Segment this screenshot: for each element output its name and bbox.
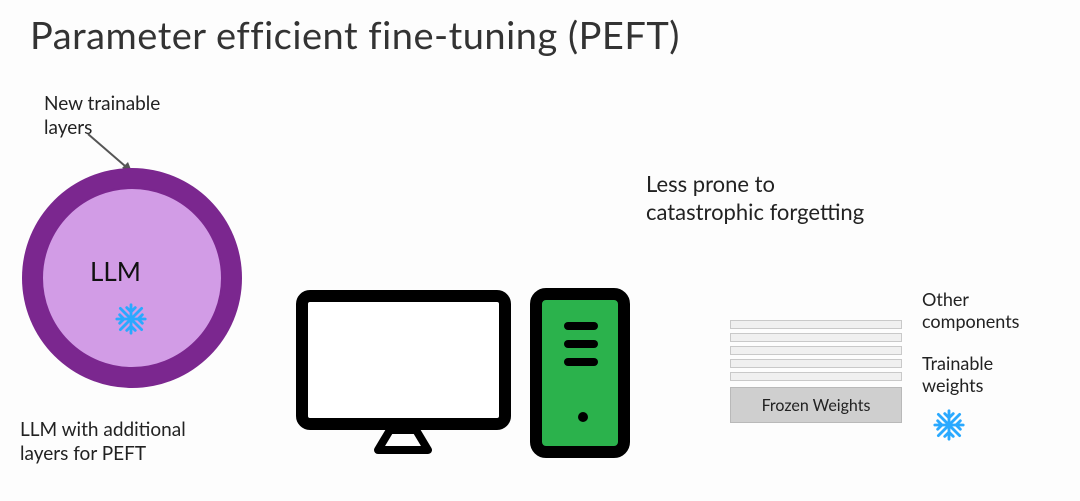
tower-slot — [564, 322, 598, 330]
label-less-prone: Less prone to catastrophic forgetting — [646, 170, 864, 226]
snowflake-icon — [932, 408, 966, 442]
page-title: Parameter efficient fine-tuning (PEFT) — [30, 12, 680, 58]
monitor-icon — [296, 290, 511, 430]
tower-slot — [564, 340, 598, 348]
other-component-bar — [730, 372, 902, 381]
monitor-stand — [368, 430, 438, 458]
tower-power-dot — [578, 412, 588, 422]
other-component-bar — [730, 346, 902, 355]
tower-slot — [564, 358, 598, 366]
other-component-bar — [730, 333, 902, 342]
other-component-bar — [730, 320, 902, 329]
label-llm: LLM — [90, 255, 141, 287]
other-component-bar — [730, 359, 902, 368]
pc-tower-icon — [530, 288, 630, 458]
weights-stack: Frozen Weights — [730, 320, 902, 423]
snowflake-icon — [114, 302, 148, 336]
label-frozen-weights: Frozen Weights — [762, 396, 871, 415]
frozen-weights-block: Frozen Weights — [730, 387, 902, 423]
label-other-components: Other components — [922, 288, 1019, 332]
label-trainable-weights: Trainable weights — [922, 352, 993, 396]
label-llm-caption: LLM with additional layers for PEFT — [20, 418, 186, 467]
